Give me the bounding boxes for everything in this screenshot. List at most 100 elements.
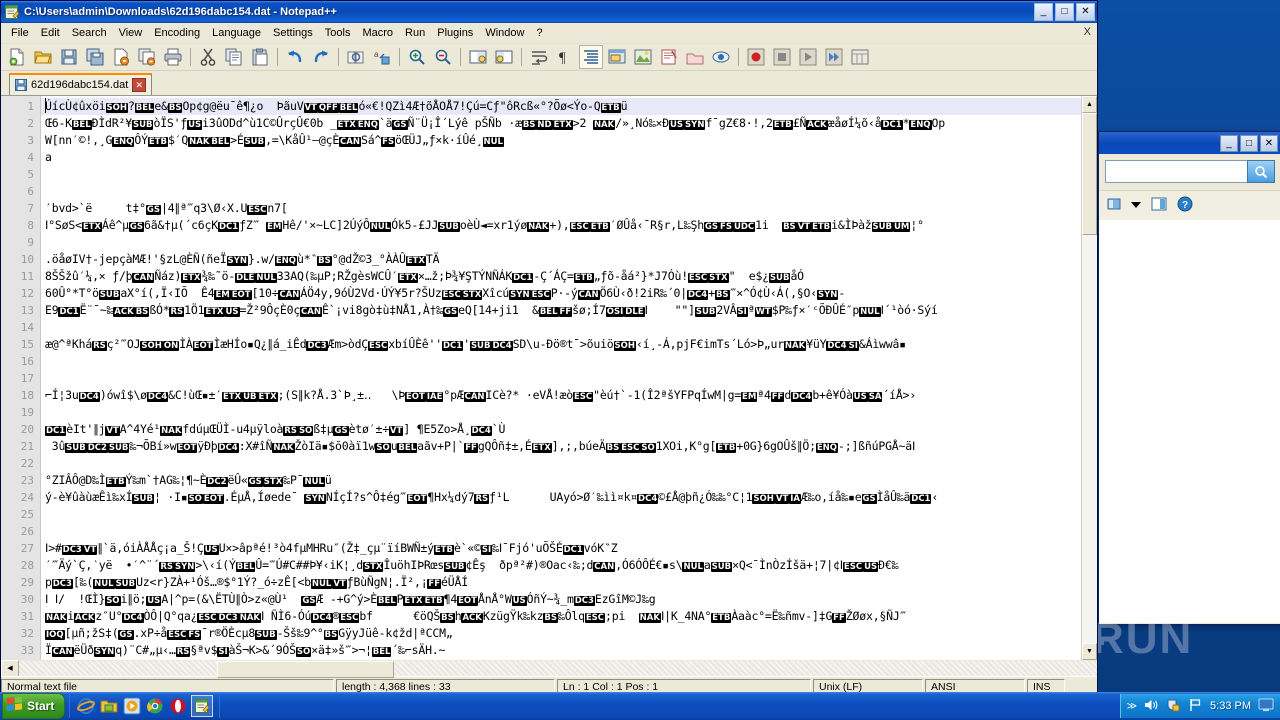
- menubar[interactable]: File Edit Search View Encoding Language …: [1, 23, 1097, 44]
- zoom-in-icon[interactable]: [405, 45, 429, 69]
- zoom-out-icon[interactable]: [431, 45, 455, 69]
- internet-explorer-icon[interactable]: [76, 696, 96, 716]
- bg-maximize-button[interactable]: □: [1240, 135, 1258, 152]
- code-line-32[interactable]: IOQ[µñ;žS‡(GS.xP÷åESC FS¯r®ÖÈcµ8SUB-Šš‰9^…: [41, 625, 1081, 642]
- toolbar[interactable]: a ¶: [1, 44, 1097, 71]
- code-line-18[interactable]: ⌐Í¦3uDC4)ówî$\øDC4&C!ùŒ▪±′ETX ÜB ETX;(S∥k?…: [41, 387, 1081, 404]
- scroll-up-button[interactable]: ▲: [1082, 96, 1097, 113]
- tabbar[interactable]: 62d196dabc154.dat ✕: [1, 71, 1097, 96]
- menu-item-file[interactable]: File: [5, 25, 35, 41]
- code-line-17[interactable]: [41, 370, 1081, 387]
- maximize-button[interactable]: □: [1055, 3, 1074, 21]
- user-defined-dialog-icon[interactable]: [605, 45, 629, 69]
- system-tray[interactable]: ≫ 5:33 PM: [1119, 694, 1280, 718]
- record-macro-icon[interactable]: [744, 45, 768, 69]
- taskbar-clock[interactable]: 5:33 PM: [1210, 700, 1251, 712]
- search-icon[interactable]: [1247, 160, 1275, 183]
- vertical-scroll-track[interactable]: [1082, 113, 1097, 643]
- menu-item-macro[interactable]: Macro: [356, 25, 399, 41]
- scroll-down-button[interactable]: ▼: [1082, 643, 1097, 660]
- cut-icon[interactable]: [196, 45, 220, 69]
- menu-item-language[interactable]: Language: [206, 25, 267, 41]
- scroll-left-button[interactable]: ◀: [1, 659, 19, 677]
- code-line-3[interactable]: W[nn′©!,¸GENQÔÝETB$′QNAK BEL>ÉSUB,=\KåÛ¹—…: [41, 132, 1081, 149]
- save-icon[interactable]: [57, 45, 81, 69]
- new-file-icon[interactable]: [5, 45, 29, 69]
- vertical-scroll-thumb[interactable]: [1082, 113, 1097, 235]
- menu-item-run[interactable]: Run: [399, 25, 431, 41]
- code-line-31[interactable]: NAKiACKz″U°DC4ÒÔ|Q°qa¿ESC DC3 NAKⅠ ÑÌ6-ÓúD…: [41, 608, 1081, 625]
- menu-item-view[interactable]: View: [113, 25, 149, 41]
- play-macro-icon[interactable]: [796, 45, 820, 69]
- menu-item-encoding[interactable]: Encoding: [148, 25, 206, 41]
- tray-chevron-icon[interactable]: ≫: [1127, 701, 1137, 712]
- vertical-scrollbar[interactable]: ▲ ▼: [1081, 96, 1097, 660]
- close-file-icon[interactable]: [109, 45, 133, 69]
- background-window-controls[interactable]: _ □ ✕: [1220, 135, 1278, 152]
- view-icon[interactable]: [1107, 197, 1121, 214]
- media-player-icon[interactable]: [122, 696, 142, 716]
- bg-close-button[interactable]: ✕: [1260, 135, 1278, 152]
- find-icon[interactable]: [344, 45, 368, 69]
- code-line-21[interactable]: 3ûSUB DC2 SUB‰¬ÕBí»wEOTÿÐþDC4:X#îÑNAKŽòIä▪…: [41, 438, 1081, 455]
- notepadpp-taskbar-icon[interactable]: [191, 695, 214, 717]
- code-line-9[interactable]: [41, 234, 1081, 251]
- word-wrap-icon[interactable]: [527, 45, 551, 69]
- stop-macro-icon[interactable]: [770, 45, 794, 69]
- volume-icon[interactable]: [1144, 698, 1159, 715]
- menu-item-window[interactable]: Window: [479, 25, 530, 41]
- open-file-icon[interactable]: [31, 45, 55, 69]
- code-line-20[interactable]: DC1èIt'∥jVTA^4Yé¹NAKfdúµŒÜÌ-u4µÿloàRS SOß…: [41, 421, 1081, 438]
- code-line-12[interactable]: 60Û°*T°öSUBaX°í(,Ï‹IÕ Ê4EM EOT[10÷CANÁÖ4y…: [41, 285, 1081, 302]
- sync-vertical-icon[interactable]: [466, 45, 490, 69]
- redo-icon[interactable]: [309, 45, 333, 69]
- code-line-33[interactable]: ÏCANëÜðSYNq)¨C#„µ‹…RS§ªv$SIàŠ¬K>&´9ÓŠSO×…: [41, 642, 1081, 659]
- code-content[interactable]: ÚícÙ¢ûxöiSOH?BELe&BSOp¢g@ëu¯ê¶¿o ÞãuVVT Q…: [41, 96, 1081, 660]
- code-line-5[interactable]: [41, 166, 1081, 183]
- quick-launch-bar[interactable]: [69, 694, 221, 718]
- show-panel-icon[interactable]: [709, 45, 733, 69]
- bg-minimize-button[interactable]: _: [1220, 135, 1238, 152]
- code-line-7[interactable]: ′bvd>`ë t‡°GS|4∥ª‴q3\Ø‹X.UESCn7[: [41, 200, 1081, 217]
- paste-icon[interactable]: [248, 45, 272, 69]
- code-line-26[interactable]: [41, 523, 1081, 540]
- sync-horizontal-icon[interactable]: [492, 45, 516, 69]
- menu-item-tools[interactable]: Tools: [319, 25, 357, 41]
- code-line-24[interactable]: ý-è¥ûàùæÊì‰xÍSUB¦ ·I▪SO EOT.ÉµÅ,Íøede¯ SY…: [41, 489, 1081, 506]
- print-icon[interactable]: [161, 45, 185, 69]
- run-macro-multiple-icon[interactable]: [822, 45, 846, 69]
- network-flag-icon[interactable]: [1188, 698, 1203, 715]
- menu-item-search[interactable]: Search: [66, 25, 113, 41]
- editor-area[interactable]: 1 2 3 4 5 6 7 8 9 10 11 12 13 14 15 16 17 18 19 20 21 22 23 24 2…: [1, 96, 1097, 660]
- function-list-icon[interactable]: [683, 45, 707, 69]
- replace-icon[interactable]: a: [370, 45, 394, 69]
- code-line-13[interactable]: E9DC1Ë¨¯~‰ACK BSßÓ*RS1Ö1ETX US=Ž²9ÔçÈ0çCAN…: [41, 302, 1081, 319]
- minimize-button[interactable]: _: [1034, 3, 1053, 21]
- save-all-icon[interactable]: [83, 45, 107, 69]
- help-icon[interactable]: ?: [1177, 196, 1193, 215]
- background-window-titlebar[interactable]: _ □ ✕: [1099, 132, 1280, 154]
- show-desktop-icon[interactable]: [1258, 698, 1274, 715]
- window-controls[interactable]: _ □ ✕: [1034, 3, 1095, 21]
- code-line-11[interactable]: 8ŠŠžû′¼‚× ƒ/þCANÑáz)ETX¾‰˜ö-DLE NUL33AQ(‰…: [41, 268, 1081, 285]
- code-line-19[interactable]: [41, 404, 1081, 421]
- code-line-29[interactable]: pDC3[‰(NUL SUBUz<r}ZÀ+¹Óš…®$°1Ý?_ó÷zÊ[<bN…: [41, 574, 1081, 591]
- code-line-1[interactable]: ÚícÙ¢ûxöiSOH?BELe&BSOp¢g@ëu¯ê¶¿o ÞãuVVT Q…: [41, 98, 1081, 115]
- close-all-icon[interactable]: [135, 45, 159, 69]
- menu-item-settings[interactable]: Settings: [267, 25, 319, 41]
- code-line-14[interactable]: [41, 319, 1081, 336]
- code-line-28[interactable]: ′‴Äý`Ç,‵yë •′^¨´RS SYN>\‹í(ÝBELÛ=‴Ú#C##Þ¥…: [41, 557, 1081, 574]
- code-line-8[interactable]: Ⅰ°SøS<ETXÁê^µGS6ã&†µ(´c6çKDC1ƒZ‴ EMHê/'×…: [41, 217, 1081, 234]
- horizontal-scroll-thumb[interactable]: [217, 660, 394, 678]
- save-macro-icon[interactable]: [848, 45, 872, 69]
- file-explorer-icon[interactable]: [99, 696, 119, 716]
- titlebar[interactable]: C:\Users\admin\Downloads\62d196dabc154.d…: [1, 1, 1097, 23]
- show-all-chars-icon[interactable]: ¶: [553, 45, 577, 69]
- code-line-10[interactable]: .öåøIV†-jepçàMÆ!'§zL@ÈÑ(ñeÏSYN}.w/ENQù*‶…: [41, 251, 1081, 268]
- code-line-16[interactable]: [41, 353, 1081, 370]
- close-button[interactable]: ✕: [1076, 3, 1095, 21]
- horizontal-scrollbar[interactable]: ◀: [1, 659, 1097, 678]
- menu-item-plugins[interactable]: Plugins: [431, 25, 479, 41]
- opera-icon[interactable]: [168, 696, 188, 716]
- code-line-15[interactable]: æ@^ªKháRSç²‴OJSOH ÒÑÌÀEOTÌæHÍo▪Q¿∥á_iÊdDC…: [41, 336, 1081, 353]
